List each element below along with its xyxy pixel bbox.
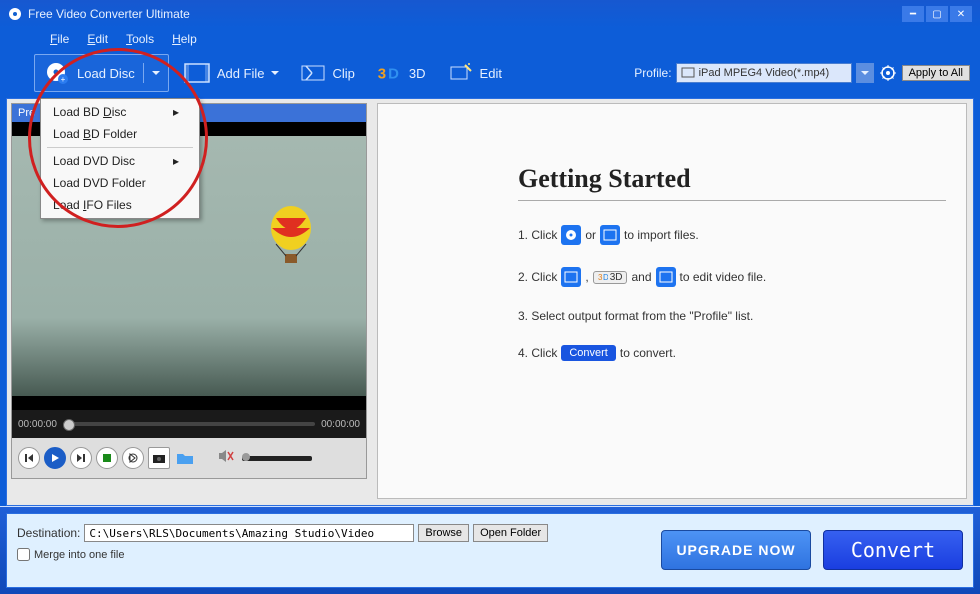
getting-started-heading: Getting Started xyxy=(518,164,946,194)
minimize-button[interactable]: ━ xyxy=(902,6,924,22)
titlebar: Free Video Converter Ultimate ━ ▢ ✕ xyxy=(0,0,980,28)
load-disc-button[interactable]: + Load Disc xyxy=(34,54,169,92)
step-button[interactable] xyxy=(122,447,144,469)
load-disc-caret-icon xyxy=(152,71,160,75)
preview-seek-slider[interactable] xyxy=(63,422,315,426)
mute-button[interactable] xyxy=(218,449,234,468)
add-file-label: Add File xyxy=(217,66,265,81)
time-total: 00:00:00 xyxy=(321,419,360,430)
3d-mini-icon: 3D3D xyxy=(593,271,628,284)
svg-text:D: D xyxy=(388,66,399,83)
convert-button[interactable]: Convert xyxy=(823,530,963,570)
next-button[interactable] xyxy=(70,447,92,469)
close-button[interactable]: ✕ xyxy=(950,6,972,22)
toolbar: + Load Disc Add File Clip 3D 3D Edit Pro… xyxy=(0,50,980,96)
wand-icon xyxy=(446,59,474,87)
step-2: 2. Click , 3D3D and to edit video file. xyxy=(518,267,946,287)
menu-help[interactable]: Help xyxy=(172,32,197,46)
disc-icon: + xyxy=(43,59,71,87)
menu-file[interactable]: File xyxy=(50,32,69,46)
profile-select[interactable]: iPad MPEG4 Video(*.mp4) xyxy=(676,63,852,83)
edit-mini-icon xyxy=(656,267,676,287)
upgrade-button[interactable]: UPGRADE NOW xyxy=(661,530,811,570)
app-icon xyxy=(8,7,22,21)
menu-tools[interactable]: Tools xyxy=(126,32,154,46)
chevron-down-icon xyxy=(271,71,279,75)
camera-icon xyxy=(153,453,165,463)
convert-mini-button: Convert xyxy=(561,345,616,361)
svg-text:+: + xyxy=(61,75,66,84)
speaker-mute-icon xyxy=(218,449,234,463)
getting-started-pane: Getting Started 1. Click or to import fi… xyxy=(377,103,967,499)
svg-text:3: 3 xyxy=(378,66,386,83)
bottom-bar: Destination: Browse Open Folder Merge in… xyxy=(0,506,980,594)
menu-load-bd-folder[interactable]: Load BD Folder xyxy=(43,123,197,145)
clip-mini-icon xyxy=(561,267,581,287)
3d-label: 3D xyxy=(409,66,426,81)
merge-checkbox[interactable] xyxy=(17,548,30,561)
step-4: 4. Click Convert to convert. xyxy=(518,345,946,361)
scissors-icon xyxy=(299,59,327,87)
svg-text:D: D xyxy=(603,273,608,282)
menubar: File Edit Tools Help xyxy=(0,28,980,50)
volume-slider[interactable] xyxy=(242,456,312,461)
merge-label: Merge into one file xyxy=(34,549,125,561)
load-disc-label: Load Disc xyxy=(77,66,135,81)
balloon-icon xyxy=(266,206,316,266)
film-icon xyxy=(183,59,211,87)
folder-button[interactable] xyxy=(174,447,196,469)
settings-button[interactable] xyxy=(878,63,898,83)
time-current: 00:00:00 xyxy=(18,419,57,430)
snapshot-button[interactable] xyxy=(148,447,170,469)
apply-to-all-button[interactable]: Apply to All xyxy=(902,65,970,81)
disc-mini-icon xyxy=(561,225,581,245)
profile-label: Profile: xyxy=(634,66,671,80)
browse-button[interactable]: Browse xyxy=(418,524,469,542)
menu-edit[interactable]: Edit xyxy=(87,32,108,46)
prev-button[interactable] xyxy=(18,447,40,469)
maximize-button[interactable]: ▢ xyxy=(926,6,948,22)
device-icon xyxy=(681,66,695,80)
step-1: 1. Click or to import files. xyxy=(518,225,946,245)
play-button[interactable] xyxy=(44,447,66,469)
profile-caret[interactable] xyxy=(856,63,874,83)
destination-label: Destination: xyxy=(17,526,80,540)
menu-load-ifo-files[interactable]: Load IFO Files xyxy=(43,194,197,216)
3d-icon: 3D xyxy=(375,59,403,87)
app-title: Free Video Converter Ultimate xyxy=(28,7,190,21)
open-folder-button[interactable]: Open Folder xyxy=(473,524,548,542)
film-mini-icon xyxy=(600,225,620,245)
3d-button[interactable]: 3D 3D xyxy=(369,57,432,89)
menu-load-dvd-disc[interactable]: Load DVD Disc▸ xyxy=(43,150,197,172)
clip-button[interactable]: Clip xyxy=(293,57,361,89)
step-3: 3. Select output format from the "Profil… xyxy=(518,309,946,323)
add-file-button[interactable]: Add File xyxy=(177,57,285,89)
destination-input[interactable] xyxy=(84,524,414,542)
edit-button[interactable]: Edit xyxy=(440,57,508,89)
stop-button[interactable] xyxy=(96,447,118,469)
menu-load-bd-disc[interactable]: Load BD Disc▸ xyxy=(43,101,197,123)
preview-timebar: 00:00:00 00:00:00 xyxy=(12,410,366,438)
edit-label: Edit xyxy=(480,66,502,81)
menu-load-dvd-folder[interactable]: Load DVD Folder xyxy=(43,172,197,194)
preview-controls xyxy=(12,438,366,478)
load-disc-dropdown: Load BD Disc▸ Load BD Folder Load DVD Di… xyxy=(40,98,200,219)
clip-label: Clip xyxy=(333,66,355,81)
profile-value: iPad MPEG4 Video(*.mp4) xyxy=(699,67,830,79)
folder-icon xyxy=(176,451,194,465)
gear-icon xyxy=(880,65,896,81)
